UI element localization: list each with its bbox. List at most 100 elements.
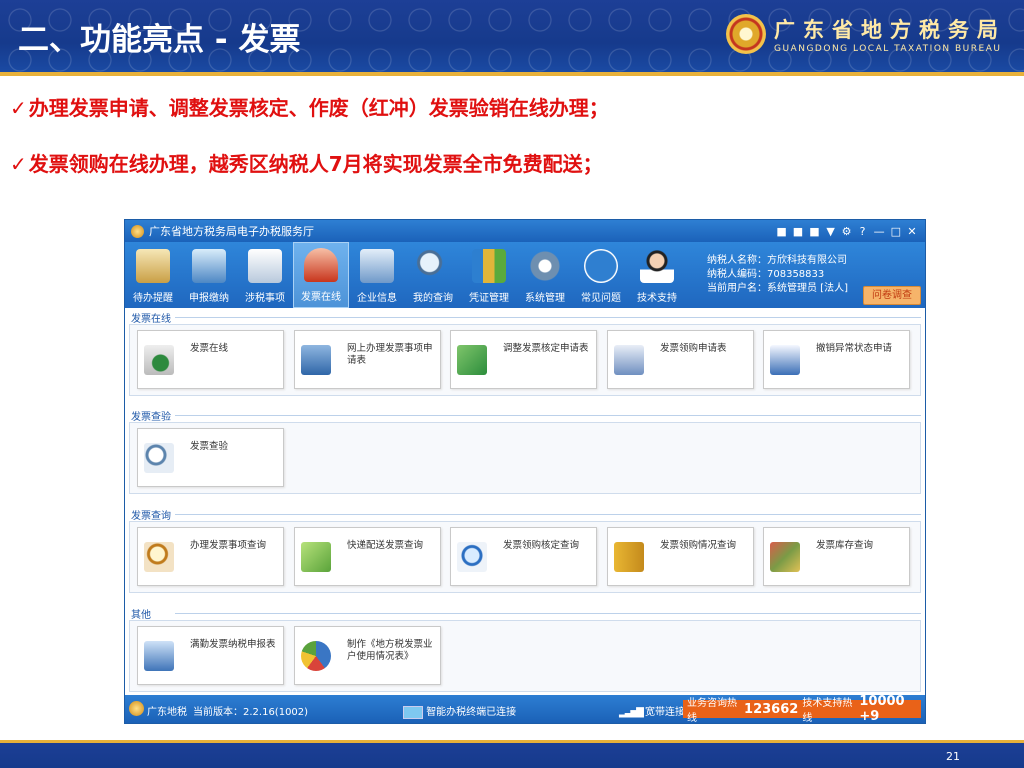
pie-chart-icon — [301, 641, 331, 671]
bureau-name-en: GUANGDONG LOCAL TAXATION BUREAU — [774, 44, 1002, 54]
bullet-2: ✓ 发票领购在线办理，越秀区纳税人7月将实现发票全市免费配送； — [10, 148, 603, 177]
hotline-label: 业务咨询热线 — [687, 698, 737, 724]
terminal-icon — [403, 705, 423, 719]
toolbar-faq[interactable]: 常见问题 — [573, 242, 629, 308]
toolbar-label: 我的查询 — [413, 293, 453, 304]
tile-label: 调整发票核定申请表 — [503, 343, 589, 354]
close-button[interactable]: ✕ — [907, 225, 917, 238]
app-title: 广东省地方税务局电子办税服务厅 — [149, 225, 314, 238]
magnifier-icon — [144, 443, 174, 473]
toolbar-label: 常见问题 — [581, 293, 621, 304]
tile-label: 办理发票事项查询 — [190, 540, 267, 551]
toolbar-company-info[interactable]: 企业信息 — [349, 242, 405, 308]
delivery-card-icon — [301, 542, 331, 572]
section-title: 其他 — [131, 610, 151, 621]
mail-icon[interactable]: ■ — [793, 225, 803, 238]
tile-invoice-verify[interactable]: 发票查验 — [137, 428, 284, 487]
maximize-button[interactable]: □ — [891, 225, 901, 238]
toolbar-tax-matters[interactable]: 涉税事项 — [237, 242, 293, 308]
toolbar-my-query[interactable]: 我的查询 — [405, 242, 461, 308]
magnifier-icon — [416, 249, 450, 283]
page-number: 21 — [946, 750, 960, 763]
tile-usage-report[interactable]: 制作《地方税发票业户使用情况表》 — [294, 626, 441, 685]
tax-emblem-icon — [726, 14, 766, 54]
tile-label: 发票在线 — [190, 343, 229, 354]
monitor-icon — [192, 249, 226, 283]
report-form-icon — [144, 641, 174, 671]
tile-purchase-approval-query[interactable]: 发票领购核定查询 — [450, 527, 597, 586]
toolbar-label: 凭证管理 — [469, 293, 509, 304]
header-divider — [0, 72, 1024, 76]
terminal-status-text: 智能办税终端已连接 — [426, 707, 517, 718]
tile-label: 发票领购核定查询 — [503, 540, 580, 551]
toolbar-label: 技术支持 — [637, 293, 677, 304]
bullet-text: 发票领购在线办理，越秀区纳税人7月将实现发票全市免费配送； — [28, 152, 603, 176]
broadband-status: ▂▃▅▇ 宽带连接 — [619, 703, 685, 718]
tile-matters-query[interactable]: 办理发票事项查询 — [137, 527, 284, 586]
bureau-name-cn: 广东省地方税务局 — [774, 18, 1006, 42]
support-number: 10000 +9 — [859, 694, 905, 724]
hotline-number: 123662 — [744, 701, 799, 717]
menu-dropdown-icon[interactable]: ▼ — [826, 225, 836, 238]
checkmark-icon: ✓ — [10, 152, 27, 176]
toolbar-support[interactable]: 技术支持 — [629, 242, 685, 308]
document-icon — [301, 345, 331, 375]
tile-purchase-status-query[interactable]: 发票领购情况查询 — [607, 527, 754, 586]
support-agent-icon — [640, 249, 674, 283]
zoom-document-icon — [457, 542, 487, 572]
tile-label: 快递配送发票查询 — [347, 540, 424, 551]
folded-map-icon — [614, 542, 644, 572]
section-title: 发票查询 — [131, 511, 171, 522]
minimize-button[interactable]: — — [874, 225, 885, 238]
brand-name: 广东地税 — [147, 707, 187, 718]
support-label: 技术支持热线 — [802, 698, 853, 724]
tile-revoke-abnormal[interactable]: 撤销异常状态申请 — [763, 330, 910, 389]
terminal-status: 智能办税终端已连接 — [403, 703, 516, 719]
tile-delivery-query[interactable]: 快递配送发票查询 — [294, 527, 441, 586]
app-titlebar: 广东省地方税务局电子办税服务厅 ■ ■ ■ ▼ ⚙ ? — □ ✕ — [125, 220, 925, 242]
form-document-icon — [614, 345, 644, 375]
tile-adjust-approval[interactable]: 调整发票核定申请表 — [450, 330, 597, 389]
version-text: 当前版本：2.2.16(1002) — [193, 707, 309, 718]
toolbar-voucher[interactable]: 凭证管理 — [461, 242, 517, 308]
tile-invoice-online[interactable]: 发票在线 — [137, 330, 284, 389]
settings-icon[interactable]: ⚙ — [842, 225, 852, 238]
tile-tax-return-form[interactable]: 满勤发票纳税申报表 — [137, 626, 284, 685]
app-logo-icon — [131, 224, 144, 238]
tile-label: 发票查验 — [190, 441, 229, 452]
building-icon — [360, 249, 394, 283]
taxpayer-code: 纳税人编码：708358833 — [707, 269, 825, 280]
toolbar-invoice-online[interactable]: 发票在线 — [293, 242, 349, 308]
help-icon[interactable]: ? — [858, 225, 868, 238]
form-icon — [248, 249, 282, 283]
slide-header: 二、功能亮点 - 发票 广东省地方税务局 GUANGDONG LOCAL TAX… — [0, 0, 1024, 72]
toolbar-label: 申报缴纳 — [189, 293, 229, 304]
slide-title: 二、功能亮点 - 发票 — [18, 22, 301, 58]
tile-inventory-query[interactable]: 发票库存查询 — [763, 527, 910, 586]
tile-purchase-application[interactable]: 发票领购申请表 — [607, 330, 754, 389]
toolbar-declare-pay[interactable]: 申报缴纳 — [181, 242, 237, 308]
survey-button[interactable]: 问卷调查 — [863, 286, 921, 305]
section-divider — [175, 317, 921, 318]
section-divider — [175, 514, 921, 515]
slide-footer: 21 — [0, 740, 1024, 768]
signal-icon: ▂▃▅▇ — [619, 707, 644, 718]
bullet-text: 办理发票申请、调整发票核定、作废（红冲）发票验销在线办理； — [28, 96, 609, 120]
tile-online-application[interactable]: 网上办理发票事项申请表 — [294, 330, 441, 389]
content-area: 发票在线 发票在线 网上办理发票事项申请表 调整发票核定申请表 发票领购申请表 … — [125, 308, 925, 695]
section-title: 发票查验 — [131, 412, 171, 423]
taxpayer-name: 纳税人名称：方欣科技有限公司 — [707, 255, 847, 266]
toolbar-label: 企业信息 — [357, 293, 397, 304]
section-divider — [175, 613, 921, 614]
app-window: 广东省地方税务局电子办税服务厅 ■ ■ ■ ▼ ⚙ ? — □ ✕ 待办提醒 申… — [124, 219, 926, 724]
broadband-text: 宽带连接 — [644, 707, 685, 718]
skin-icon[interactable]: ■ — [776, 225, 786, 238]
tile-label: 发票领购申请表 — [660, 343, 727, 354]
note-icon[interactable]: ■ — [809, 225, 819, 238]
window-controls: ■ ■ ■ ▼ ⚙ ? — □ ✕ — [776, 225, 925, 238]
status-bar: 广东地税 当前版本：2.2.16(1002) 智能办税终端已连接 ▂▃▅▇ 宽带… — [125, 694, 925, 724]
inventory-box-icon — [770, 542, 800, 572]
section-divider — [175, 415, 921, 416]
toolbar-system[interactable]: 系统管理 — [517, 242, 573, 308]
toolbar-todo[interactable]: 待办提醒 — [125, 242, 181, 308]
